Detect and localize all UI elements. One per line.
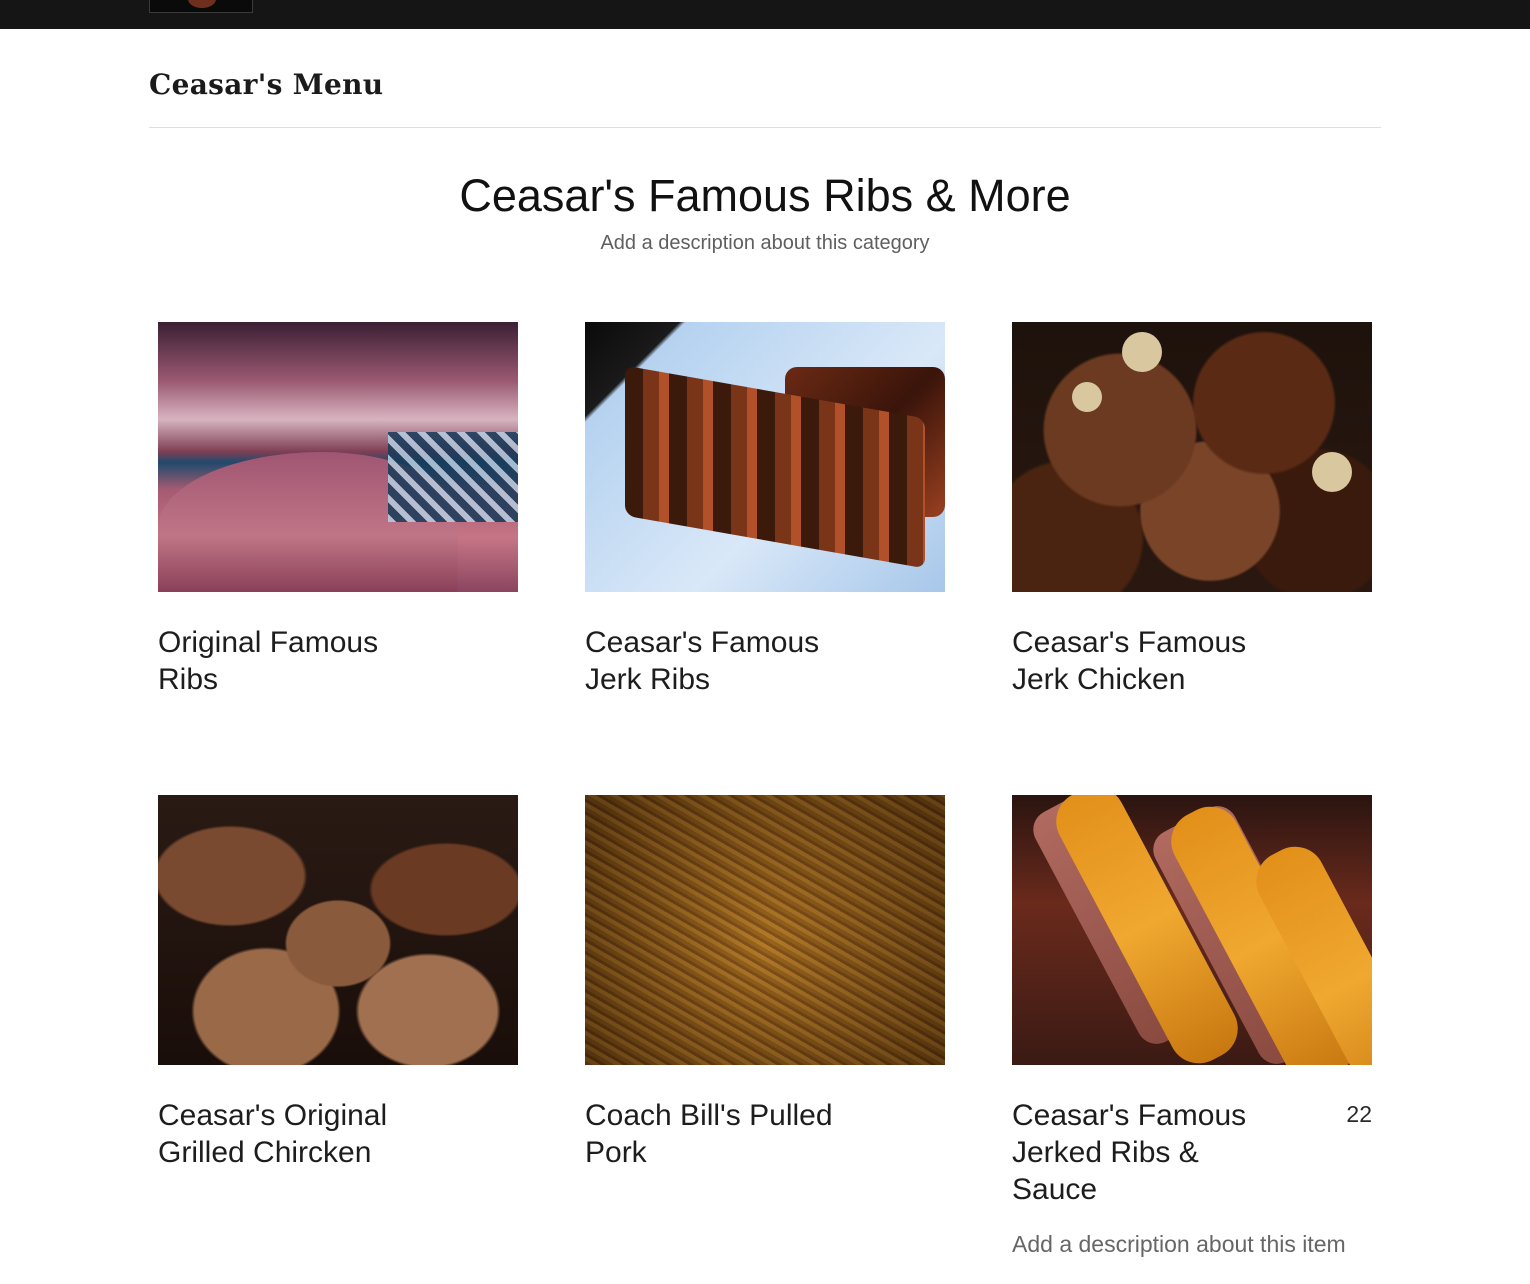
item-photo[interactable]: [585, 795, 945, 1065]
category-description: Add a description about this category: [600, 232, 930, 254]
item-name[interactable]: Ceasar's Famous Jerk Ribs: [585, 624, 835, 698]
item-name[interactable]: Ceasar's Famous Jerk Chicken: [1012, 624, 1262, 698]
menu-item-card[interactable]: Original Famous Ribs: [158, 322, 518, 696]
restaurant-logo[interactable]: [149, 0, 253, 13]
item-photo[interactable]: [158, 795, 518, 1065]
item-price: 22: [1346, 1101, 1372, 1127]
item-photo[interactable]: [158, 322, 518, 592]
item-name[interactable]: Original Famous Ribs: [158, 624, 408, 698]
category-title: Ceasar's Famous Ribs & More: [459, 170, 1071, 221]
item-name[interactable]: Ceasar's Original Grilled Chircken: [158, 1097, 408, 1171]
item-photo[interactable]: [1012, 795, 1372, 1065]
item-name[interactable]: Coach Bill's Pulled Pork: [585, 1097, 835, 1171]
menu-title: Ceasar's Menu: [149, 68, 384, 101]
menu-item-card[interactable]: Ceasar's Original Grilled Chircken: [158, 795, 518, 1169]
item-description: Add a description about this item: [1012, 1231, 1346, 1257]
item-photo[interactable]: [585, 322, 945, 592]
menu-item-card[interactable]: Coach Bill's Pulled Pork: [585, 795, 945, 1169]
item-name[interactable]: Ceasar's Famous Jerked Ribs & Sauce: [1012, 1097, 1262, 1208]
menu-item-card[interactable]: Ceasar's Famous Jerk Ribs: [585, 322, 945, 696]
item-photo[interactable]: [1012, 322, 1372, 592]
header-divider: [149, 127, 1381, 128]
top-navigation-bar: [0, 0, 1530, 29]
menu-item-card[interactable]: Ceasar's Famous Jerk Chicken: [1012, 322, 1372, 696]
menu-item-card[interactable]: Ceasar's Famous Jerked Ribs & Sauce 22 A…: [1012, 795, 1372, 1257]
